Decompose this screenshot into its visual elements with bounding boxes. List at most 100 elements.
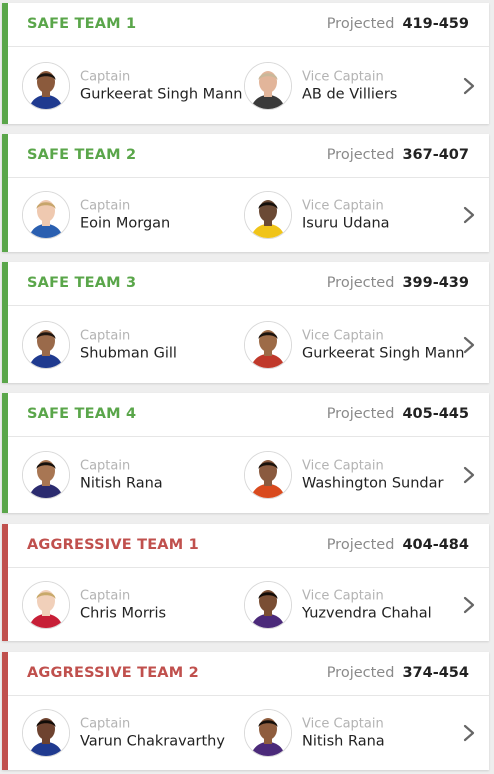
team-name: SAFE TEAM 4 [27,406,137,422]
chevron-right-icon[interactable] [463,724,475,742]
player-meta: Captain Varun Chakravarthy [80,716,250,751]
player-meta: Captain Chris Morris [80,587,250,622]
player-meta: Captain Eoin Morgan [80,198,250,233]
player-meta: Vice Captain Gurkeerat Singh Mann [302,327,472,362]
vice-captain-label: Vice Captain [302,69,384,84]
vice-captain-label: Vice Captain [302,716,384,732]
player-avatar [244,580,292,629]
captain-name: Nitish Rana [80,475,163,492]
player-avatar [22,580,70,629]
projected-label: Projected [326,406,395,422]
vice-captain-name: Washington Sundar [302,475,444,492]
vice-captain-block: Vice Captain Yuzvendra Chahal [244,568,464,641]
vice-captain-block: Vice Captain AB de Villiers [244,47,464,124]
projected-label: Projected [326,665,395,681]
projected-label: Projected [326,147,395,163]
player-avatar [244,709,292,757]
vice-captain-name: AB de Villiers [302,86,398,102]
captain-block: Captain Shubman Gill [22,306,242,383]
team-card[interactable]: AGGRESSIVE TEAM 2 Projected 374-454 Captain… [2,652,489,770]
projected-score: Projected 399-439 [327,275,469,291]
player-meta: Captain Shubman Gill [80,327,250,362]
team-card-body: Captain Chris Morris Vice Captain Yuzvendra… [8,568,489,641]
captain-label: Captain [80,458,131,474]
captain-label: Captain [80,328,131,343]
captain-block: Captain Varun Chakravarthy [22,696,242,770]
team-card[interactable]: SAFE TEAM 1 Projected 419-459 Captain Gurkee… [2,3,489,124]
player-avatar [244,320,292,369]
team-card[interactable]: AGGRESSIVE TEAM 1 Projected 404-484 Captain… [2,524,489,641]
team-card-header: SAFE TEAM 4 Projected 405-445 [8,393,489,437]
team-card-body: Captain Gurkeerat Singh Mann Vice Captain A… [8,47,489,124]
player-meta: Vice Captain Isuru Udana [302,198,472,233]
projected-range: 404-484 [402,537,469,553]
team-name: AGGRESSIVE TEAM 2 [27,665,199,681]
player-meta: Captain Nitish Rana [80,458,250,493]
captain-block: Captain Nitish Rana [22,437,242,513]
projected-range: 405-445 [402,406,469,422]
projected-score: Projected 419-459 [327,16,469,32]
player-meta: Vice Captain Washington Sundar [302,458,472,493]
team-card[interactable]: SAFE TEAM 4 Projected 405-445 Captain Nitish… [2,393,489,513]
team-card[interactable]: SAFE TEAM 2 Projected 367-407 Captain Eoin M… [2,134,489,252]
vice-captain-name: Isuru Udana [302,215,390,232]
chevron-right-icon[interactable] [463,336,475,354]
vice-captain-block: Vice Captain Gurkeerat Singh Mann [244,306,464,383]
captain-name: Chris Morris [80,605,167,621]
projected-range: 399-439 [402,275,469,291]
projected-range: 374-454 [402,665,469,681]
team-name: SAFE TEAM 3 [27,275,137,291]
projected-label: Projected [326,537,395,553]
captain-label: Captain [80,588,131,603]
chevron-right-icon[interactable] [463,77,475,95]
team-card-header: AGGRESSIVE TEAM 2 Projected 374-454 [8,652,489,696]
vice-captain-name: Gurkeerat Singh Mann [302,345,465,361]
player-avatar [22,709,70,757]
team-name: SAFE TEAM 1 [27,16,137,32]
vice-captain-block: Vice Captain Isuru Udana [244,178,464,252]
vice-captain-name: Yuzvendra Chahal [302,605,432,621]
vice-captain-label: Vice Captain [302,458,384,474]
captain-name: Eoin Morgan [80,215,171,232]
team-card-header: AGGRESSIVE TEAM 1 Projected 404-484 [8,524,489,568]
player-meta: Vice Captain Nitish Rana [302,716,472,751]
player-avatar [22,451,70,499]
chevron-right-icon[interactable] [463,206,475,224]
team-card-body: Captain Nitish Rana Vice Captain Washington… [8,437,489,513]
player-avatar [244,451,292,499]
team-name: SAFE TEAM 2 [27,147,137,163]
vice-captain-label: Vice Captain [302,328,384,343]
team-card[interactable]: SAFE TEAM 3 Projected 399-439 Captain Shubma… [2,262,489,383]
chevron-right-icon[interactable] [463,596,475,614]
player-avatar [22,320,70,369]
vice-captain-block: Vice Captain Nitish Rana [244,696,464,770]
player-meta: Vice Captain AB de Villiers [302,68,472,103]
chevron-right-icon[interactable] [463,466,475,484]
player-avatar [244,191,292,239]
projected-score: Projected 374-454 [327,665,469,681]
projected-range: 419-459 [402,16,469,32]
captain-name: Gurkeerat Singh Mann [80,86,243,102]
captain-block: Captain Chris Morris [22,568,242,641]
team-card-body: Captain Varun Chakravarthy Vice Captain Nit… [8,696,489,770]
team-card-body: Captain Eoin Morgan Vice Captain Isuru Udan… [8,178,489,252]
projected-label: Projected [326,275,395,291]
projected-score: Projected 367-407 [327,147,469,163]
player-avatar [244,61,292,110]
captain-block: Captain Gurkeerat Singh Mann [22,47,242,124]
captain-name: Shubman Gill [80,345,177,361]
projected-label: Projected [326,16,395,32]
team-card-header: SAFE TEAM 3 Projected 399-439 [8,262,489,306]
projected-score: Projected 404-484 [327,537,469,553]
projected-range: 367-407 [402,147,469,163]
vice-captain-label: Vice Captain [302,588,384,603]
team-name: AGGRESSIVE TEAM 1 [27,537,199,553]
captain-label: Captain [80,716,131,732]
vice-captain-label: Vice Captain [302,198,384,214]
vice-captain-name: Nitish Rana [302,733,385,750]
player-meta: Captain Gurkeerat Singh Mann [80,68,250,103]
captain-label: Captain [80,198,131,214]
player-avatar [22,191,70,239]
projected-score: Projected 405-445 [327,406,469,422]
team-card-header: SAFE TEAM 2 Projected 367-407 [8,134,489,178]
